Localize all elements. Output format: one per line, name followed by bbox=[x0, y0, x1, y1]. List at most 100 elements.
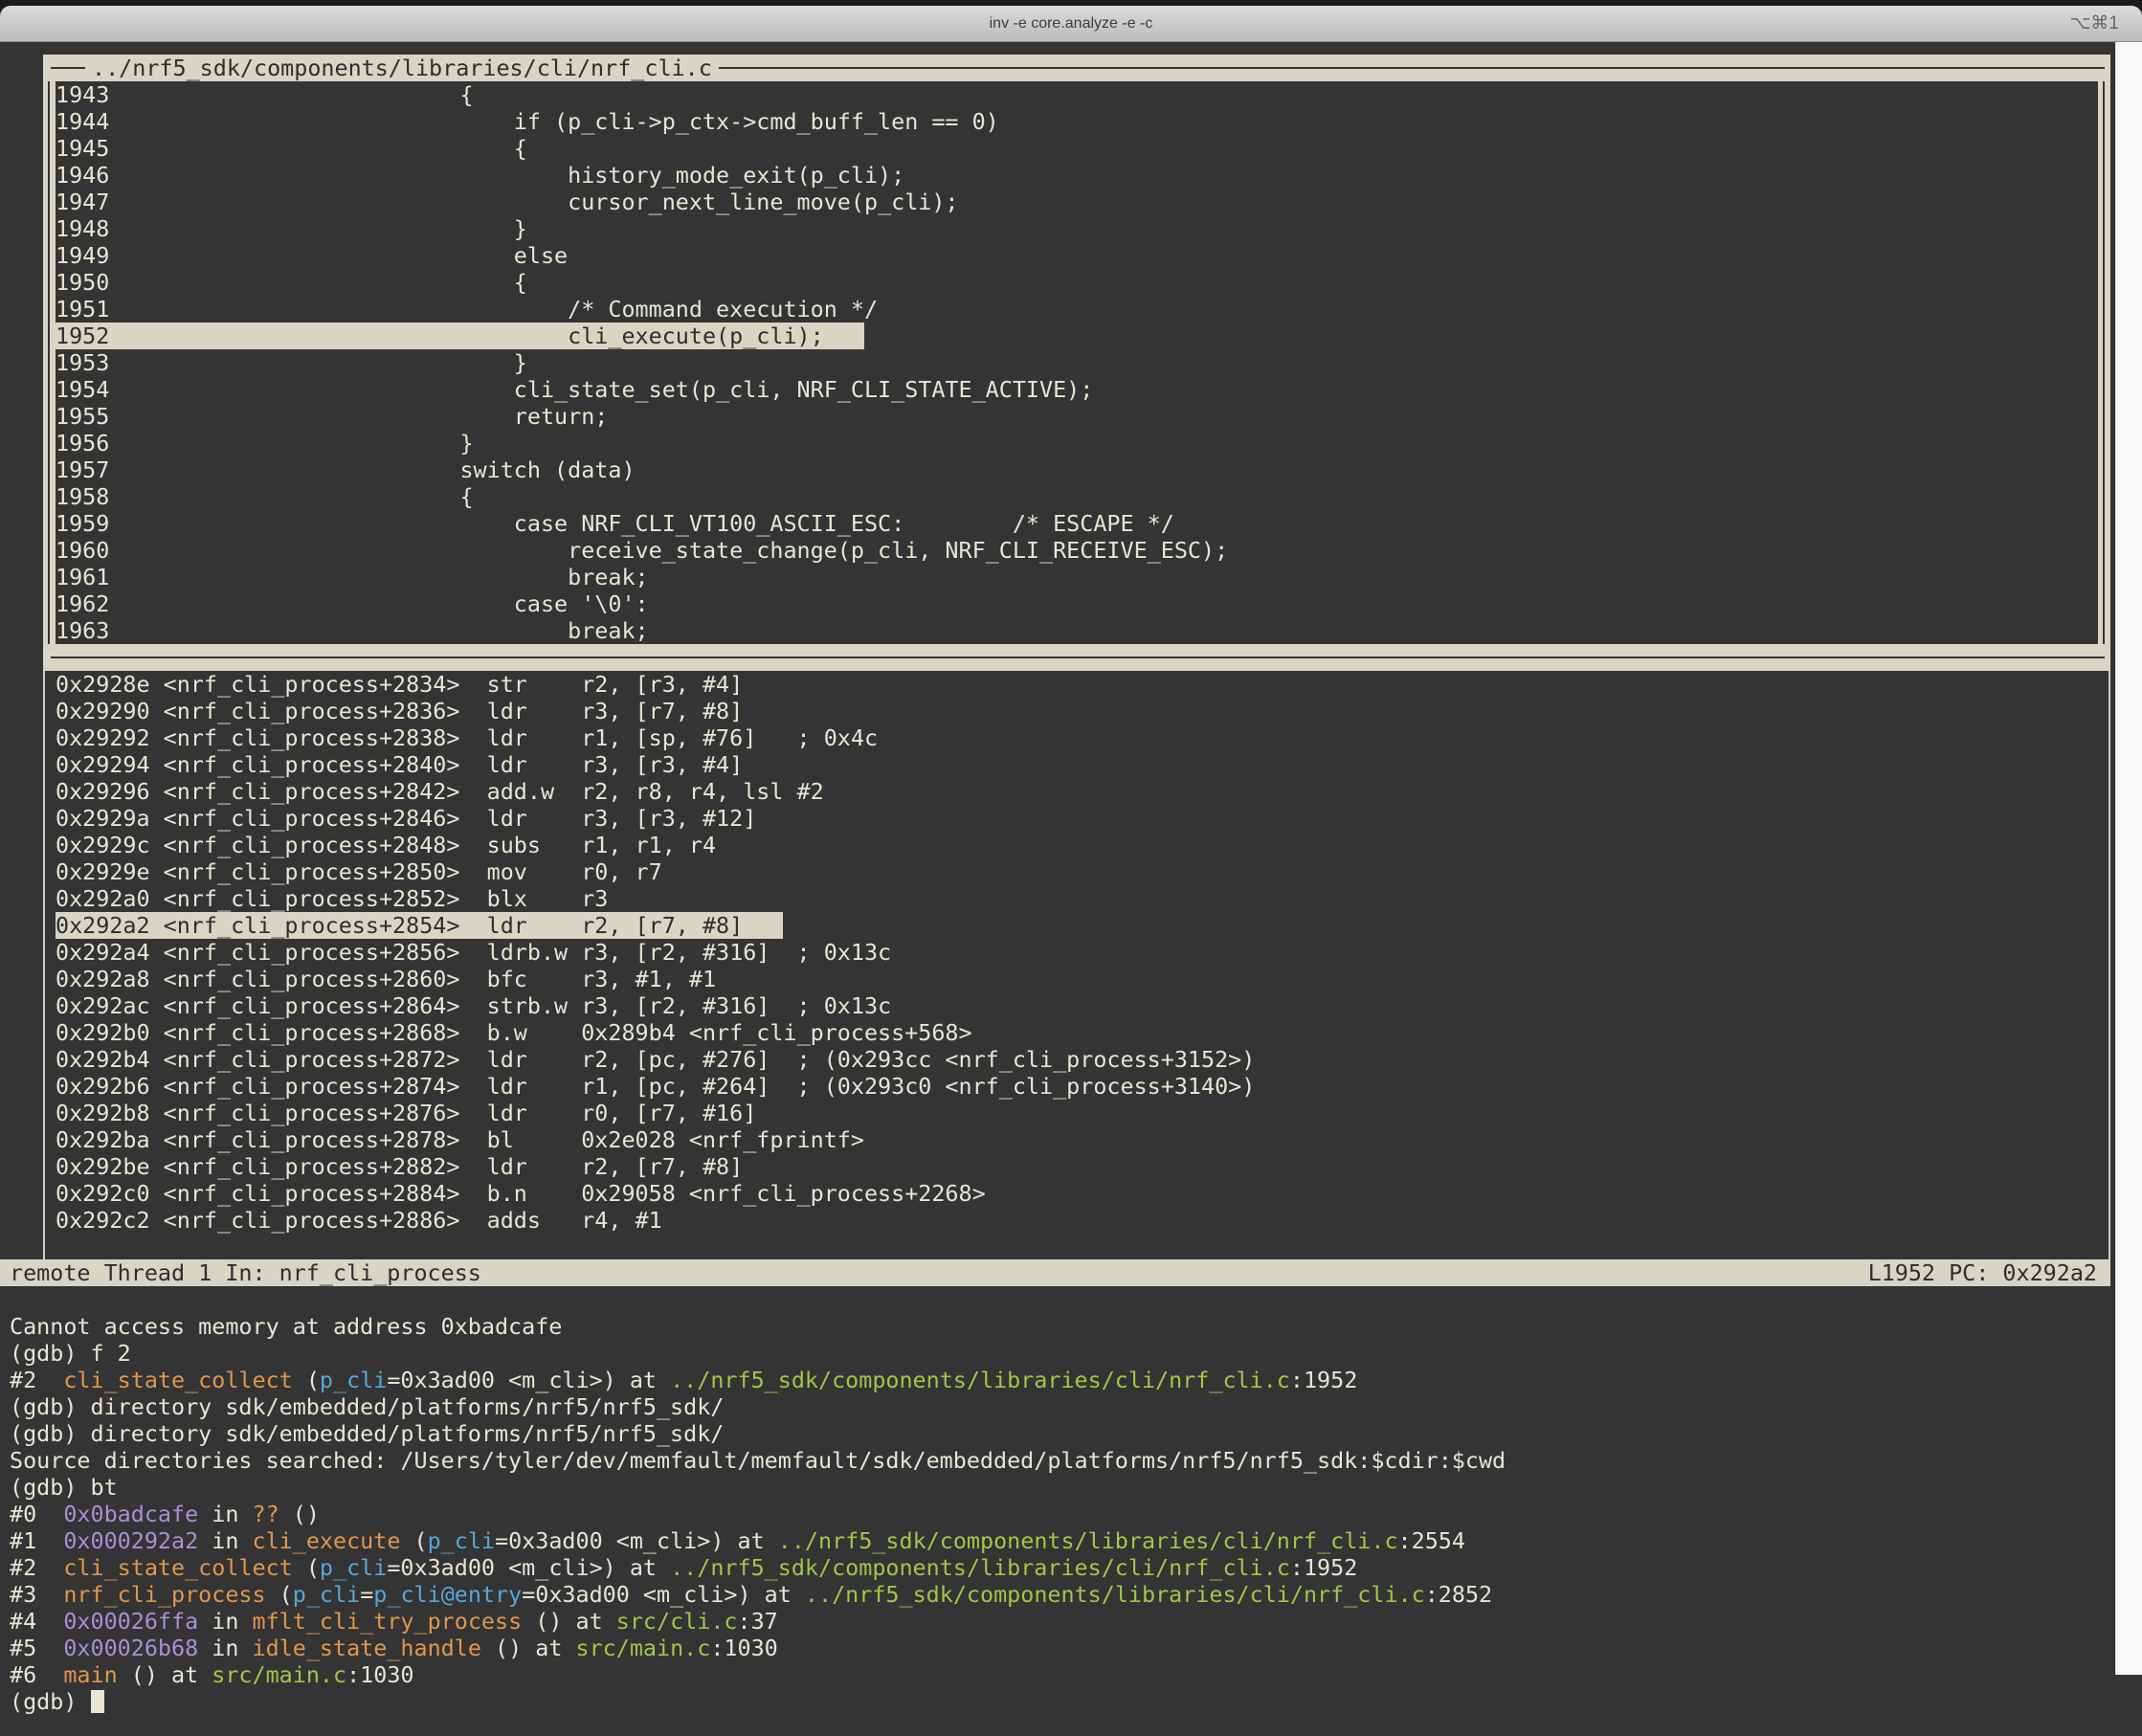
console-text: :1952 bbox=[1290, 1367, 1357, 1393]
console-text: p_cli bbox=[320, 1367, 387, 1393]
source-code-area: 1943 {1944 if (p_cli->p_ctx->cmd_buff_le… bbox=[56, 81, 2098, 644]
console-text: ../nrf5_sdk/components/libraries/cli/nrf… bbox=[670, 1367, 1290, 1393]
console-text: ( bbox=[293, 1554, 320, 1581]
console-text: ( bbox=[400, 1527, 427, 1554]
asm-line-text: 0x2928e <nrf_cli_process+2834> str r2, [… bbox=[56, 671, 743, 698]
asm-line-text: 0x292c2 <nrf_cli_process+2886> adds r4, … bbox=[56, 1207, 662, 1234]
console-text: in bbox=[198, 1527, 252, 1554]
window-titlebar[interactable]: inv -e core.analyze -e -c ⌥⌘1 bbox=[0, 6, 2142, 42]
console-text: =0x3ad00 <m_cli>) at bbox=[495, 1527, 778, 1554]
asm-line-text: 0x292b4 <nrf_cli_process+2872> ldr r2, [… bbox=[56, 1046, 1255, 1073]
source-line: 1957 switch (data) bbox=[56, 456, 2098, 483]
console-text: () at bbox=[118, 1661, 212, 1688]
console-text: #0 bbox=[10, 1501, 63, 1527]
console-text: :2852 bbox=[1425, 1581, 1492, 1608]
console-text: src/cli.c bbox=[616, 1608, 738, 1635]
console-text: =0x3ad00 <m_cli>) at bbox=[522, 1581, 805, 1608]
console-text: in bbox=[198, 1501, 252, 1527]
console-text: #3 bbox=[10, 1581, 63, 1608]
console-text: :37 bbox=[738, 1608, 778, 1635]
console-line: Cannot access memory at address 0xbadcaf… bbox=[0, 1313, 2110, 1340]
console-text: cli_execute bbox=[253, 1527, 401, 1554]
source-window-right-border bbox=[2098, 81, 2110, 644]
source-window-top-border: ../nrf5_sdk/components/libraries/cli/nrf… bbox=[43, 55, 2110, 81]
console-text: cli_state_collect bbox=[63, 1554, 292, 1581]
console-text: () bbox=[279, 1501, 320, 1527]
source-line: 1959 case NRF_CLI_VT100_ASCII_ESC: /* ES… bbox=[56, 510, 2098, 537]
window-title: inv -e core.analyze -e -c bbox=[990, 15, 1153, 33]
disassembly-window: 0x2928e <nrf_cli_process+2834> str r2, [… bbox=[43, 671, 2110, 1262]
source-window: ../nrf5_sdk/components/libraries/cli/nrf… bbox=[43, 55, 2110, 671]
asm-line: 0x292c2 <nrf_cli_process+2886> adds r4, … bbox=[56, 1207, 2109, 1234]
asm-line-text: 0x292b6 <nrf_cli_process+2874> ldr r1, [… bbox=[56, 1073, 1255, 1100]
source-line-text: 1955 return; bbox=[56, 403, 608, 430]
source-line-text: 1959 case NRF_CLI_VT100_ASCII_ESC: /* ES… bbox=[56, 510, 1174, 537]
asm-line: 0x292a8 <nrf_cli_process+2860> bfc r3, #… bbox=[56, 966, 2109, 992]
console-text: #2 bbox=[10, 1554, 63, 1581]
console-line: (gdb) directory sdk/embedded/platforms/n… bbox=[0, 1393, 2110, 1420]
console-line: (gdb) directory sdk/embedded/platforms/n… bbox=[0, 1420, 2110, 1447]
console-text: ../nrf5_sdk/components/libraries/cli/nrf… bbox=[805, 1581, 1425, 1608]
asm-line: 0x292b8 <nrf_cli_process+2876> ldr r0, [… bbox=[56, 1100, 2109, 1126]
asm-line: 0x292a0 <nrf_cli_process+2852> blx r3 bbox=[56, 885, 2109, 912]
console-text: =0x3ad00 <m_cli>) at bbox=[387, 1367, 670, 1393]
console-text: (gdb) bbox=[10, 1688, 91, 1715]
source-window-bottom-border bbox=[43, 644, 2110, 671]
source-line-current: >1952 cli_execute(p_cli); bbox=[56, 323, 2098, 349]
asm-line-text: 0x29294 <nrf_cli_process+2840> ldr r3, [… bbox=[56, 751, 743, 778]
asm-line-text: 0x292b0 <nrf_cli_process+2868> b.w 0x289… bbox=[56, 1019, 972, 1046]
source-line-text: 1952 cli_execute(p_cli); bbox=[56, 323, 864, 349]
console-text: idle_state_handle bbox=[253, 1635, 481, 1661]
source-line-text: 1958 { bbox=[56, 483, 474, 510]
console-text: mflt_cli_try_process bbox=[253, 1608, 523, 1635]
source-line-text: 1960 receive_state_change(p_cli, NRF_CLI… bbox=[56, 537, 1228, 564]
source-line-text: 1950 { bbox=[56, 269, 527, 296]
console-text: #4 bbox=[10, 1608, 63, 1635]
console-text: src/main.c bbox=[576, 1635, 711, 1661]
disassembly-area: 0x2928e <nrf_cli_process+2834> str r2, [… bbox=[45, 671, 2109, 1260]
console-text: :2554 bbox=[1398, 1527, 1465, 1554]
console-line: #3 nrf_cli_process (p_cli=p_cli@entry=0x… bbox=[0, 1581, 2110, 1608]
tab-shortcut-badge: ⌥⌘1 bbox=[2070, 6, 2119, 42]
console-text: (gdb) bt bbox=[10, 1474, 118, 1501]
asm-line-text: 0x292ac <nrf_cli_process+2864> strb.w r3… bbox=[56, 992, 891, 1019]
source-line: 1956 } bbox=[56, 430, 2098, 456]
console-text: #5 bbox=[10, 1635, 63, 1661]
console-text: p_cli bbox=[320, 1554, 387, 1581]
console-text: :1952 bbox=[1290, 1554, 1357, 1581]
console-text: =0x3ad00 <m_cli>) at bbox=[387, 1554, 670, 1581]
source-line-text: 1961 break; bbox=[56, 564, 649, 590]
console-text: ( bbox=[293, 1367, 320, 1393]
console-text: ../nrf5_sdk/components/libraries/cli/nrf… bbox=[670, 1554, 1290, 1581]
asm-line: 0x292ac <nrf_cli_process+2864> strb.w r3… bbox=[56, 992, 2109, 1019]
source-line-text: 1962 case '\0': bbox=[56, 590, 649, 617]
source-window-title: ../nrf5_sdk/components/libraries/cli/nrf… bbox=[85, 55, 719, 81]
console-line: #0 0x0badcafe in ?? () bbox=[0, 1501, 2110, 1527]
asm-line: 0x292be <nrf_cli_process+2882> ldr r2, [… bbox=[56, 1153, 2109, 1180]
source-line: 1955 return; bbox=[56, 403, 2098, 430]
console-text: 0x0badcafe bbox=[63, 1501, 198, 1527]
console-text: 0x00026ffa bbox=[63, 1608, 198, 1635]
asm-line-text: 0x292ba <nrf_cli_process+2878> bl 0x2e02… bbox=[56, 1126, 864, 1153]
source-line-text: 1944 if (p_cli->p_ctx->cmd_buff_len == 0… bbox=[56, 108, 999, 135]
source-line: 1949 else bbox=[56, 242, 2098, 269]
console-text: p_cli bbox=[428, 1527, 495, 1554]
terminal-cursor bbox=[91, 1690, 104, 1713]
console-text: (gdb) directory sdk/embedded/platforms/n… bbox=[10, 1393, 724, 1420]
console-text: :1030 bbox=[710, 1635, 777, 1661]
asm-line: 0x292c0 <nrf_cli_process+2884> b.n 0x290… bbox=[56, 1180, 2109, 1207]
console-text: #1 bbox=[10, 1527, 63, 1554]
console-line: #6 main () at src/main.c:1030 bbox=[0, 1661, 2110, 1688]
console-text: 0x000292a2 bbox=[63, 1527, 198, 1554]
terminal: ../nrf5_sdk/components/libraries/cli/nrf… bbox=[0, 42, 2142, 1736]
source-line: 1961 break; bbox=[56, 564, 2098, 590]
source-line-text: 1951 /* Command execution */ bbox=[56, 296, 878, 323]
source-line-text: 1963 break; bbox=[56, 617, 649, 644]
console-text: Source directories searched: /Users/tyle… bbox=[10, 1447, 1506, 1474]
source-line-text: 1948 } bbox=[56, 215, 527, 242]
asm-line-text: 0x2929e <nrf_cli_process+2850> mov r0, r… bbox=[56, 858, 662, 885]
gdb-prompt-line[interactable]: (gdb) bbox=[0, 1688, 2110, 1715]
asm-line: 0x2929c <nrf_cli_process+2848> subs r1, … bbox=[56, 832, 2109, 858]
asm-line: 0x292a4 <nrf_cli_process+2856> ldrb.w r3… bbox=[56, 939, 2109, 966]
scrollbar[interactable] bbox=[2115, 42, 2142, 1675]
